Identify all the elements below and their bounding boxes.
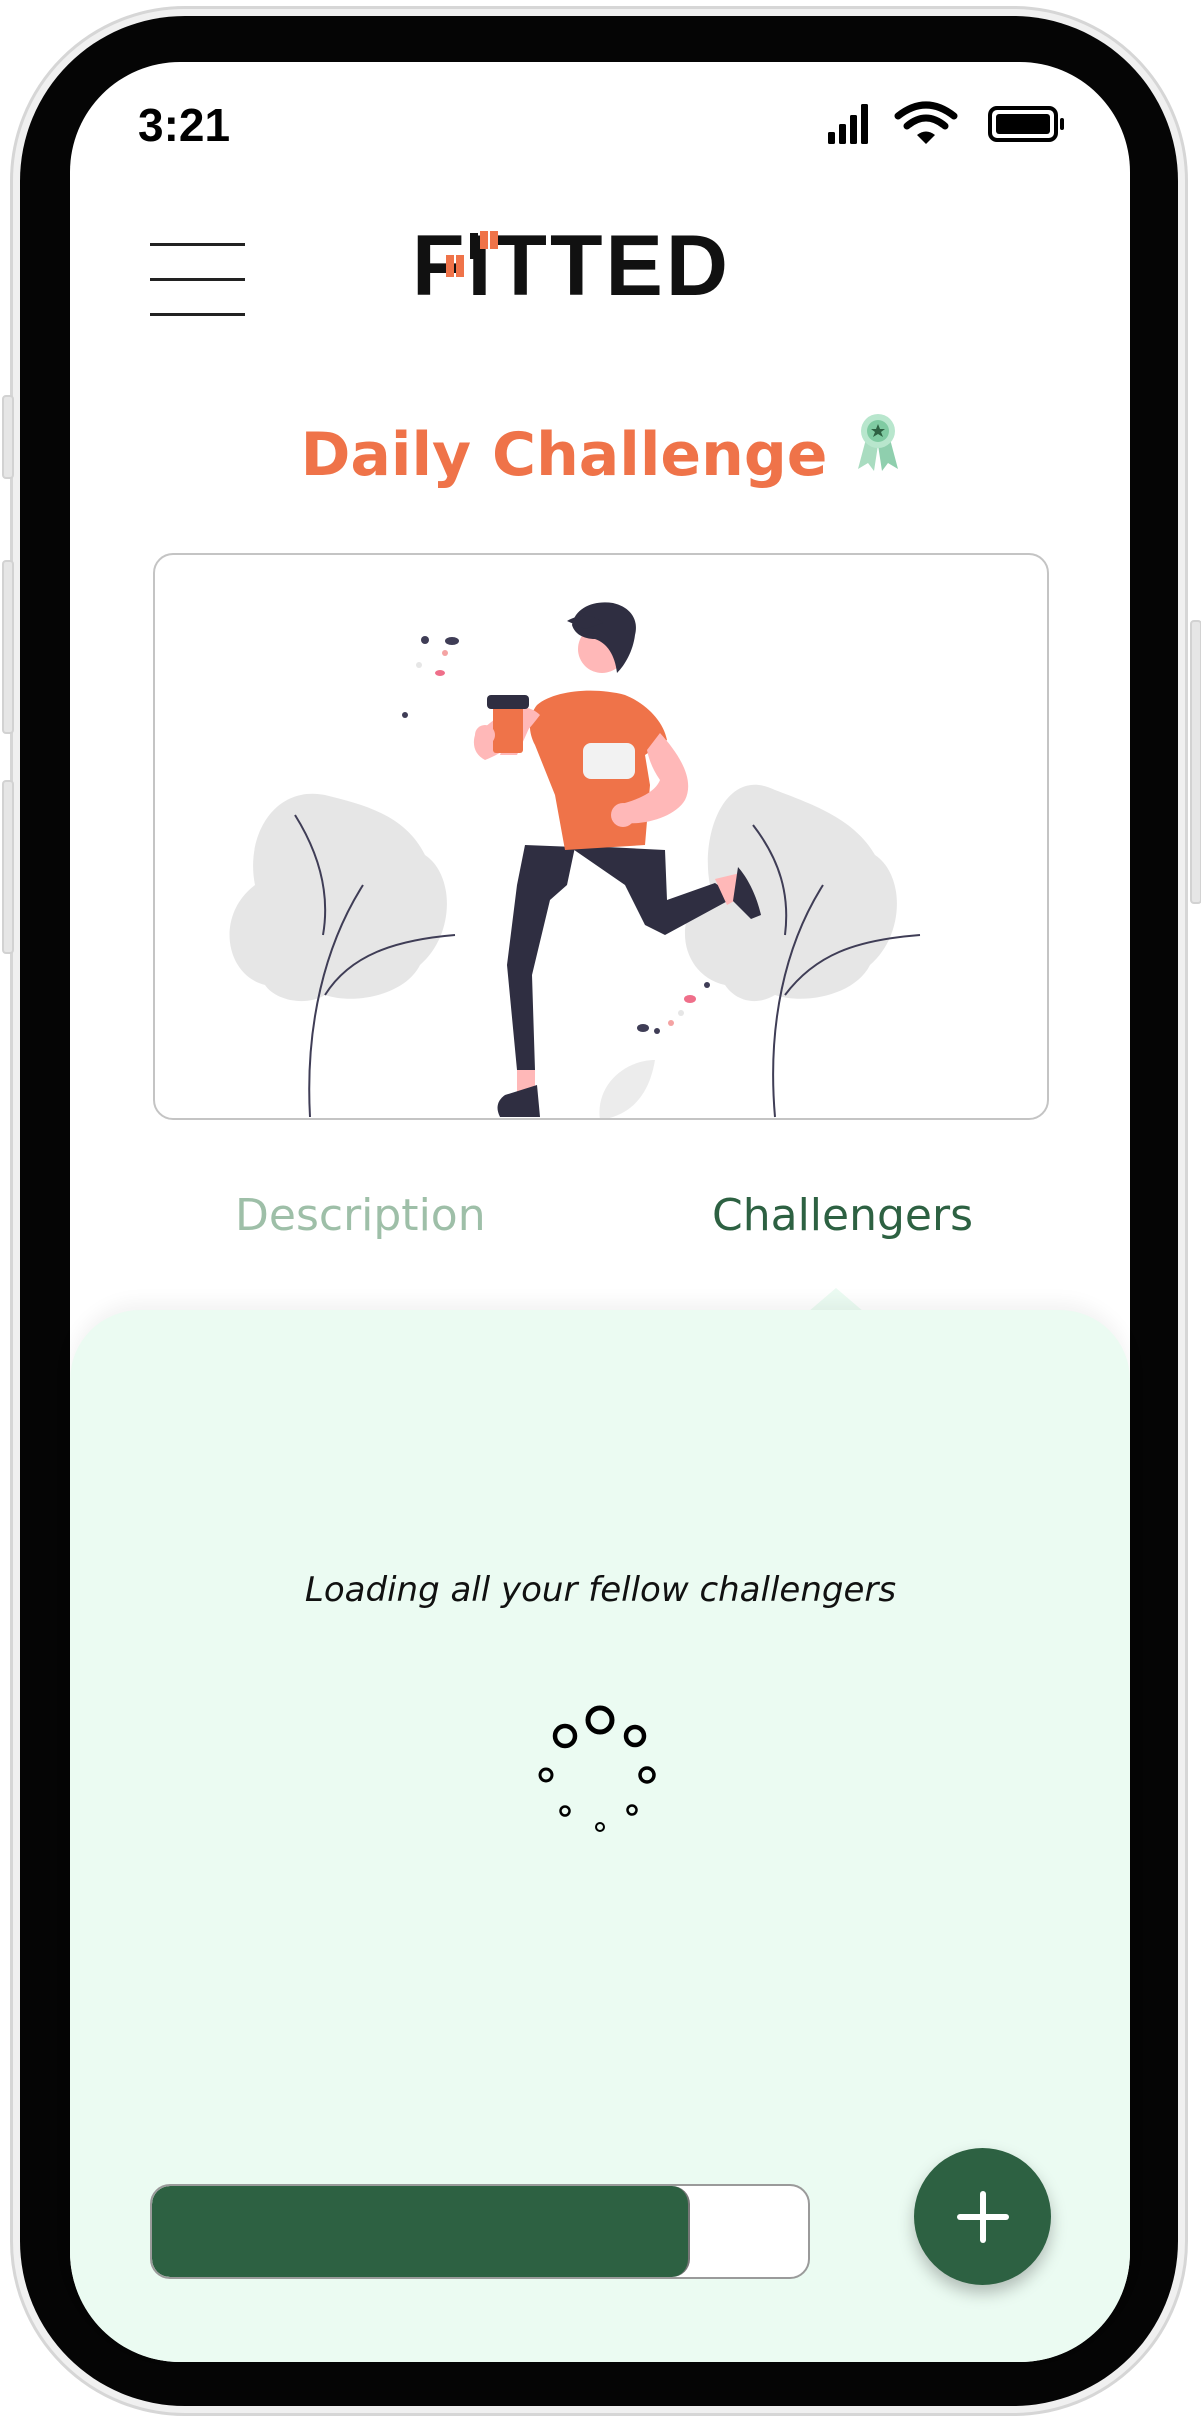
person-running-with-coffee-illustration	[229, 602, 921, 1118]
page-title: Daily Challenge	[0, 413, 1201, 490]
fitted-logo: FITTED	[412, 218, 787, 314]
add-button[interactable]	[914, 2148, 1051, 2285]
menu-line	[150, 278, 245, 281]
plus-icon	[956, 2190, 1009, 2243]
tab-description[interactable]: Description	[235, 1190, 486, 1241]
battery-icon	[988, 106, 1064, 142]
logo-accent	[480, 231, 488, 249]
menu-line	[150, 313, 245, 316]
page-title-text: Daily Challenge	[300, 420, 828, 490]
cellular-signal-icon	[828, 101, 1064, 144]
active-tab-pointer	[808, 1288, 864, 1312]
status-icons	[828, 98, 1068, 150]
phone-power-button	[1190, 620, 1201, 904]
award-ribbon-icon	[856, 409, 900, 488]
menu-line	[150, 243, 245, 246]
challenge-progress-bar	[150, 2184, 810, 2279]
phone-volume-up	[2, 560, 14, 734]
loading-dots-spinner-icon	[520, 1690, 680, 1850]
tab-challengers[interactable]: Challengers	[712, 1190, 973, 1241]
hamburger-menu-button[interactable]	[150, 240, 245, 320]
phone-volume-down	[2, 780, 14, 954]
challenge-illustration	[153, 553, 1049, 1120]
wifi-icon	[894, 101, 958, 144]
progress-fill	[152, 2186, 690, 2277]
loading-message: Loading all your fellow challengers	[304, 1570, 897, 1610]
status-time: 3:21	[138, 99, 231, 151]
